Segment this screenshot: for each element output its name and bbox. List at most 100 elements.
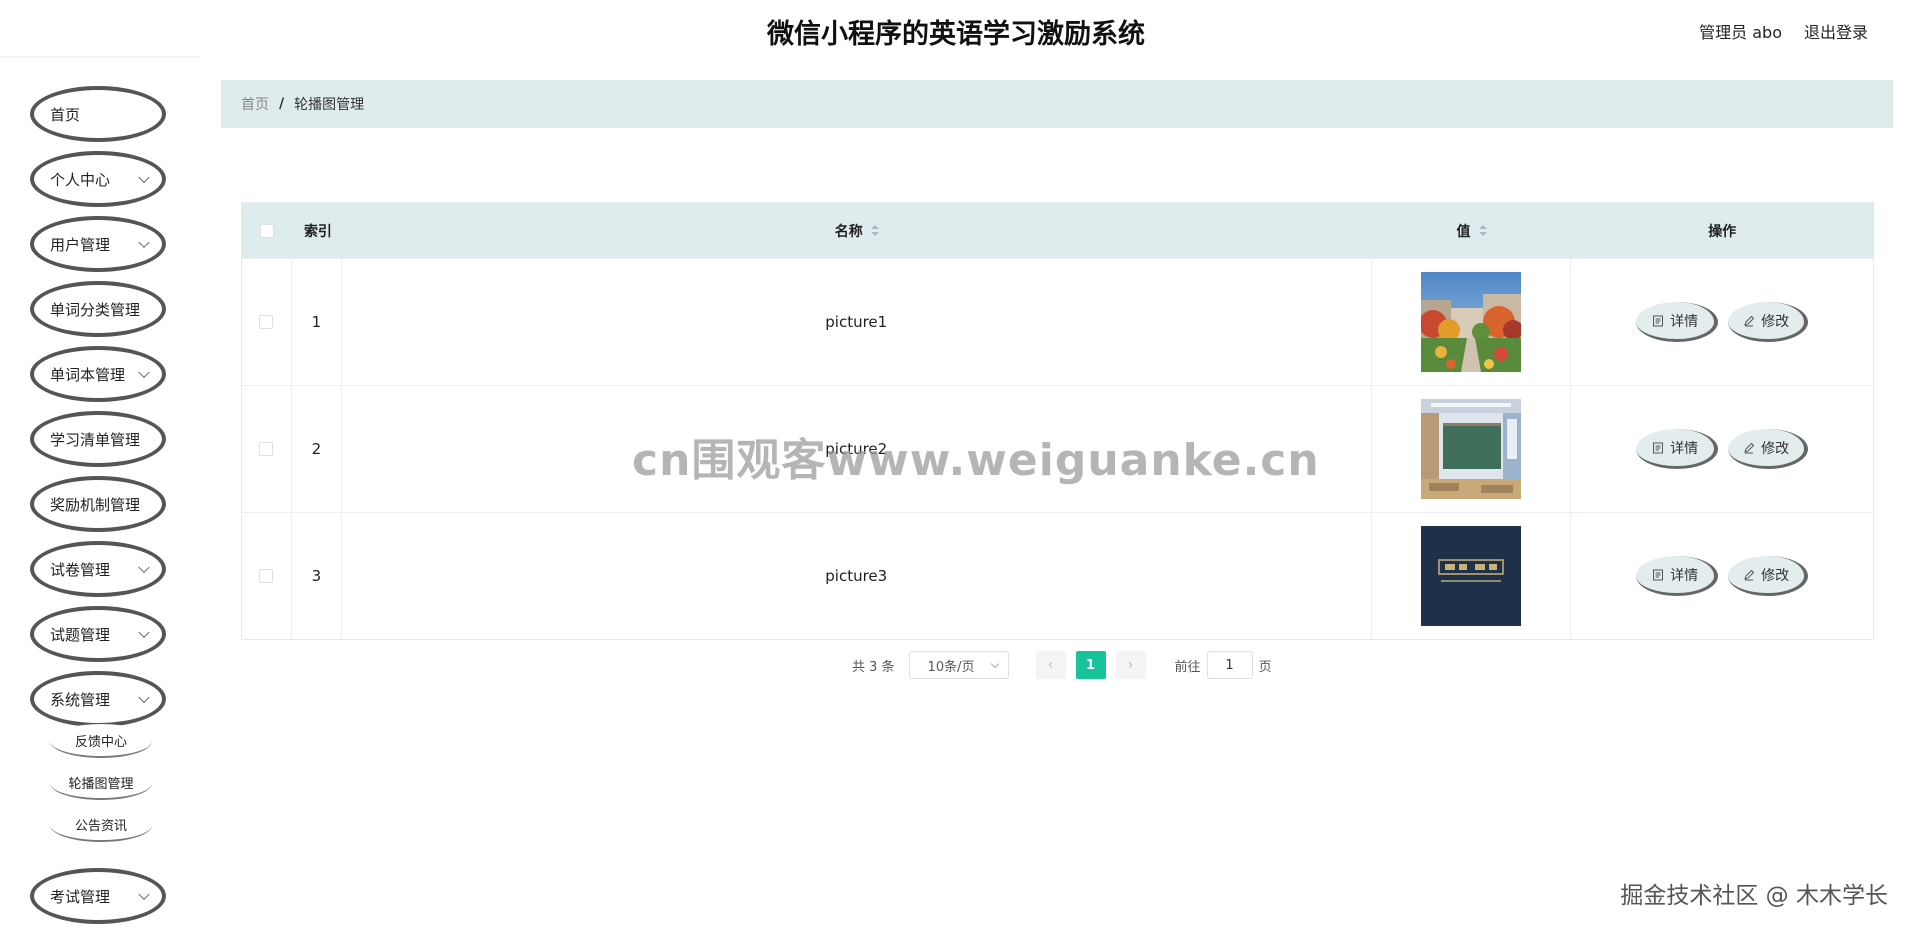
edit-button[interactable]: 修改	[1728, 556, 1809, 596]
document-icon	[1653, 442, 1664, 453]
edit-label: 修改	[1761, 567, 1790, 584]
sidebar-item-reward[interactable]: 奖励机制管理	[30, 476, 166, 532]
sidebar-item-home[interactable]: 首页	[30, 86, 166, 142]
pencil-icon	[1744, 315, 1755, 326]
table-row: 1 picture1 详情 修改	[242, 258, 1873, 385]
sidebar-item-label: 首页	[50, 105, 81, 124]
detail-label: 详情	[1670, 440, 1699, 457]
sort-icon[interactable]	[870, 224, 879, 237]
header-index: 索引	[303, 223, 332, 240]
sidebar-item-label: 单词分类管理	[50, 300, 141, 319]
edit-button[interactable]: 修改	[1728, 429, 1809, 469]
row-index: 3	[292, 513, 342, 639]
campus-garden-image	[1420, 272, 1521, 372]
detail-label: 详情	[1670, 567, 1699, 584]
sidebar-item-label: 个人中心	[50, 170, 111, 189]
sidebar-subitem-carousel[interactable]: 轮播图管理	[50, 766, 152, 800]
sidebar-item-label: 用户管理	[50, 235, 111, 254]
breadcrumb: 首页 / 轮播图管理	[221, 80, 1893, 128]
sidebar-item-questions[interactable]: 试题管理	[30, 606, 166, 662]
sidebar-item-exam-paper[interactable]: 试卷管理	[30, 541, 166, 597]
chevron-down-icon	[138, 366, 150, 379]
sidebar-item-word-category[interactable]: 单词分类管理	[30, 281, 166, 337]
sidebar-subitem-feedback[interactable]: 反馈中心	[50, 724, 152, 758]
sidebar-item-label: 奖励机制管理	[50, 495, 141, 514]
sidebar-item-exam[interactable]: 考试管理	[30, 868, 166, 924]
chevron-down-icon	[138, 171, 150, 184]
row-checkbox[interactable]	[259, 569, 274, 583]
row-value-cell	[1372, 259, 1572, 385]
row-checkbox-cell	[242, 513, 292, 639]
detail-button[interactable]: 详情	[1636, 429, 1719, 469]
goto-suffix: 页	[1258, 659, 1272, 675]
next-page-button[interactable]: ›	[1115, 651, 1146, 679]
select-all-checkbox[interactable]	[259, 223, 274, 238]
app-root: 微信小程序的英语学习激励系统 管理员 abo 退出登录 首页 个人中心 用户管理…	[0, 0, 1912, 932]
chevron-left-icon: ‹	[1047, 657, 1054, 673]
page-size-select[interactable]: 10条/页	[908, 651, 1009, 679]
chevron-right-icon: ›	[1127, 657, 1134, 673]
pencil-icon	[1744, 442, 1755, 453]
header-name-label: 名称	[834, 223, 863, 240]
row-name: picture3	[342, 513, 1372, 639]
sidebar-item-system[interactable]: 系统管理	[30, 671, 166, 727]
detail-button[interactable]: 详情	[1636, 556, 1719, 596]
row-actions: 详情 修改	[1571, 513, 1873, 639]
header-value-label: 值	[1456, 223, 1471, 240]
row-value-cell	[1372, 386, 1572, 512]
edit-label: 修改	[1761, 440, 1790, 457]
top-header: 微信小程序的英语学习激励系统 管理员 abo 退出登录	[0, 0, 1912, 60]
row-name: picture2	[342, 386, 1372, 512]
header-value[interactable]: 值	[1372, 203, 1572, 258]
header-name[interactable]: 名称	[342, 203, 1372, 258]
current-user: 管理员 abo	[1699, 23, 1782, 42]
table-row: 3 picture3 详情 修改	[242, 512, 1873, 639]
chevron-down-icon	[990, 659, 999, 669]
edit-label: 修改	[1761, 313, 1790, 330]
sidebar-item-wordbook[interactable]: 单词本管理	[30, 346, 166, 402]
sidebar-item-profile[interactable]: 个人中心	[30, 151, 166, 207]
logout-button[interactable]: 退出登录	[1804, 19, 1868, 43]
document-icon	[1653, 315, 1664, 326]
sidebar-item-label: 试题管理	[50, 625, 111, 644]
sidebar-item-study-list[interactable]: 学习清单管理	[30, 411, 166, 467]
sidebar-item-label: 学习清单管理	[50, 430, 141, 449]
sidebar-item-label: 系统管理	[50, 690, 111, 709]
sidebar-item-users[interactable]: 用户管理	[30, 216, 166, 272]
sidebar-subitem-notice[interactable]: 公告资讯	[50, 808, 152, 842]
row-value-cell	[1372, 513, 1572, 639]
row-name: picture1	[342, 259, 1372, 385]
pagination: 共 3 条 10条/页 ‹ 1 › 前往 页	[852, 651, 1272, 679]
dark-banner-image	[1420, 526, 1521, 626]
carousel-table: 索引 名称 值 操作 1 picture1 详情 修改 2 picture2 详…	[241, 202, 1874, 640]
row-actions: 详情 修改	[1571, 259, 1873, 385]
chevron-down-icon	[138, 888, 150, 901]
chevron-down-icon	[138, 561, 150, 574]
sidebar-item-label: 单词本管理	[50, 365, 126, 384]
chevron-down-icon	[138, 236, 150, 249]
page-number-current[interactable]: 1	[1075, 651, 1106, 679]
row-checkbox[interactable]	[259, 442, 274, 456]
header-checkbox-cell	[242, 203, 292, 258]
watermark-corner: 掘金技术社区 @ 木木学长	[1620, 883, 1888, 909]
sidebar-item-label: 考试管理	[50, 887, 111, 906]
sidebar: 首页 个人中心 用户管理 单词分类管理 单词本管理 学习清单管理 奖励机制管理 …	[0, 58, 210, 932]
table-row: 2 picture2 详情 修改	[242, 385, 1873, 512]
chevron-down-icon	[138, 691, 150, 704]
detail-button[interactable]: 详情	[1636, 302, 1719, 342]
sort-icon[interactable]	[1478, 224, 1487, 237]
breadcrumb-separator: /	[279, 96, 285, 112]
goto-page-input[interactable]	[1206, 651, 1253, 679]
table-header: 索引 名称 值 操作	[242, 203, 1873, 258]
breadcrumb-current: 轮播图管理	[294, 97, 365, 113]
breadcrumb-home-link[interactable]: 首页	[241, 94, 269, 114]
goto-prefix: 前往	[1174, 659, 1201, 675]
prev-page-button[interactable]: ‹	[1035, 651, 1066, 679]
row-checkbox-cell	[242, 259, 292, 385]
row-checkbox-cell	[242, 386, 292, 512]
edit-button[interactable]: 修改	[1728, 302, 1809, 342]
page-title: 微信小程序的英语学习激励系统	[767, 19, 1145, 50]
pencil-icon	[1744, 569, 1755, 580]
row-checkbox[interactable]	[259, 315, 274, 329]
row-index: 2	[292, 386, 342, 512]
